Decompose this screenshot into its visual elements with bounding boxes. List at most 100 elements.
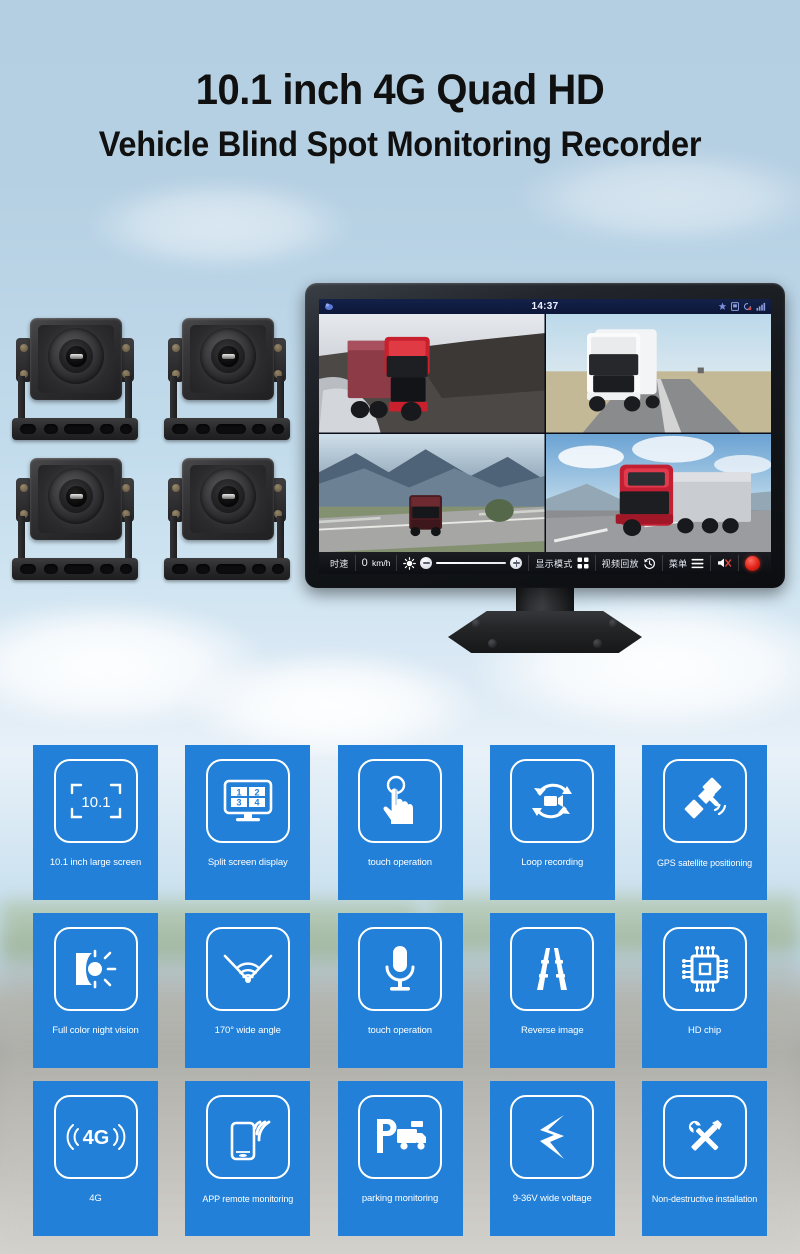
camera-arm bbox=[170, 516, 177, 560]
display-mode-button[interactable]: 显示模式 bbox=[529, 555, 596, 571]
camera-mount-slot bbox=[20, 564, 36, 574]
feature-card-gps[interactable]: GPS satellite positioning bbox=[642, 745, 767, 900]
camera-body bbox=[182, 458, 274, 540]
display-mode-label: 显示模式 bbox=[535, 558, 573, 569]
feature-label: APP remote monitoring bbox=[202, 1194, 294, 1204]
camera-arm bbox=[170, 376, 177, 420]
screen-size-icon: 10.1 bbox=[53, 759, 138, 843]
camera-feed-3[interactable] bbox=[319, 433, 545, 552]
base-screw bbox=[593, 639, 602, 648]
feature-card-screen-size[interactable]: 10.1 10.1 inch large screen bbox=[33, 745, 158, 900]
camera-lens-outer bbox=[48, 468, 104, 525]
phone-wifi-icon bbox=[205, 1095, 290, 1179]
speed-value-group: 0 km/h bbox=[356, 555, 398, 571]
camera-screw bbox=[274, 344, 282, 352]
feature-card-split-screen[interactable]: 1 2 3 4 Split screen display bbox=[185, 745, 311, 900]
feature-card-4g[interactable]: 4G 4G bbox=[33, 1081, 158, 1236]
feature-label: Full color night vision bbox=[52, 1025, 139, 1036]
camera-feed-4[interactable] bbox=[545, 433, 771, 552]
camera-mount-base bbox=[12, 418, 138, 440]
status-bar-time: 14:37 bbox=[531, 301, 559, 312]
brightness-slider[interactable] bbox=[436, 562, 507, 564]
brightness-control[interactable] bbox=[397, 555, 530, 571]
feature-card-wide-voltage[interactable]: 9-36V wide voltage bbox=[489, 1081, 615, 1236]
feature-card-touch-operation[interactable]: touch operation bbox=[337, 745, 463, 900]
camera-mount-slot bbox=[196, 564, 210, 574]
camera-body bbox=[30, 458, 122, 540]
feature-card-hd-chip[interactable]: HD chip bbox=[642, 913, 767, 1068]
svg-text:2: 2 bbox=[254, 788, 259, 798]
base-screw bbox=[609, 619, 618, 628]
camera-lens-outer bbox=[200, 328, 256, 385]
camera-mount-slot bbox=[100, 564, 114, 574]
list-icon bbox=[692, 558, 704, 568]
camera-arm bbox=[277, 516, 284, 560]
menu-button[interactable]: 菜单 bbox=[663, 555, 712, 571]
sync-icon bbox=[743, 302, 752, 311]
camera-module bbox=[164, 318, 290, 440]
camera-lens-inner bbox=[217, 485, 239, 507]
record-button[interactable] bbox=[739, 555, 766, 571]
feature-card-night-vision[interactable]: Full color night vision bbox=[33, 913, 158, 1068]
speed-value: 0 bbox=[361, 557, 369, 569]
camera-mount-slot bbox=[272, 424, 284, 434]
feature-label: parking monitoring bbox=[361, 1193, 439, 1204]
feature-label: touch operation bbox=[368, 1025, 432, 1036]
feature-card-loop-recording[interactable]: Loop recording bbox=[489, 745, 615, 900]
camera-feed-1[interactable] bbox=[319, 314, 545, 433]
title-line-2: Vehicle Blind Spot Monitoring Recorder bbox=[98, 125, 702, 165]
camera-arm bbox=[125, 376, 132, 420]
camera-lens-outer bbox=[48, 328, 104, 385]
camera-feed-2[interactable] bbox=[545, 314, 771, 433]
record-dot-icon bbox=[745, 555, 761, 571]
camera-mount-slot bbox=[120, 424, 132, 434]
camera-lens-mid bbox=[59, 479, 93, 514]
camera-mount-slot bbox=[216, 424, 246, 434]
feature-card-microphone[interactable]: touch operation bbox=[337, 913, 463, 1068]
monitor-screen[interactable]: 14:37 时速 0 km/h 显示模式 视频回放 菜单 bbox=[319, 299, 771, 574]
camera-lens-inner bbox=[65, 485, 87, 507]
wide-angle-icon bbox=[205, 927, 290, 1011]
camera-mount-slot bbox=[252, 564, 266, 574]
gps-icon bbox=[718, 302, 727, 310]
camera-lens-mid bbox=[211, 339, 245, 374]
brightness-increase-button[interactable] bbox=[510, 557, 523, 569]
mute-button[interactable] bbox=[711, 555, 740, 571]
camera-module bbox=[164, 458, 290, 580]
feature-label: Split screen display bbox=[207, 857, 288, 868]
camera-module bbox=[12, 318, 138, 440]
svg-text:4: 4 bbox=[254, 798, 259, 808]
loop-record-icon bbox=[510, 759, 595, 843]
camera-screw bbox=[20, 344, 28, 352]
feature-card-wide-angle[interactable]: 170° wide angle bbox=[185, 913, 311, 1068]
camera-mount-base bbox=[12, 558, 138, 580]
camera-mount-slot bbox=[100, 424, 114, 434]
feature-card-app-monitoring[interactable]: APP remote monitoring bbox=[185, 1081, 311, 1236]
camera-mount-slot bbox=[172, 564, 188, 574]
camera-lens-glint bbox=[221, 353, 235, 359]
feature-label: HD chip bbox=[687, 1025, 722, 1036]
camera-mount-slot bbox=[272, 564, 284, 574]
camera-mount-slot bbox=[120, 564, 132, 574]
playback-button[interactable]: 视频回放 bbox=[596, 555, 663, 571]
camera-lens-inner bbox=[217, 345, 239, 367]
camera-screw bbox=[20, 484, 28, 492]
title-line-1: 10.1 inch 4G Quad HD bbox=[195, 66, 605, 114]
parking-truck-icon bbox=[358, 1095, 442, 1179]
camera-body bbox=[30, 318, 122, 400]
chip-icon bbox=[662, 927, 747, 1011]
camera-lens-glint bbox=[221, 493, 235, 499]
base-screw bbox=[472, 619, 481, 628]
feature-card-reverse-image[interactable]: Reverse image bbox=[489, 913, 615, 1068]
feature-card-installation[interactable]: Non-destructive installation bbox=[642, 1081, 767, 1236]
feature-label: 4G bbox=[89, 1193, 102, 1204]
feature-label: Reverse image bbox=[520, 1025, 584, 1036]
reverse-guideline-icon bbox=[510, 927, 595, 1011]
feature-card-parking-monitoring[interactable]: parking monitoring bbox=[337, 1081, 463, 1236]
brightness-decrease-button[interactable] bbox=[420, 557, 433, 569]
feature-label: 10.1 inch large screen bbox=[49, 857, 142, 868]
feature-row-2: Full color night vision 170° wide angle bbox=[0, 913, 800, 1068]
screen-size-value: 10.1 bbox=[81, 794, 110, 811]
camera-mount-slot bbox=[64, 564, 94, 574]
base-screw bbox=[488, 639, 497, 648]
